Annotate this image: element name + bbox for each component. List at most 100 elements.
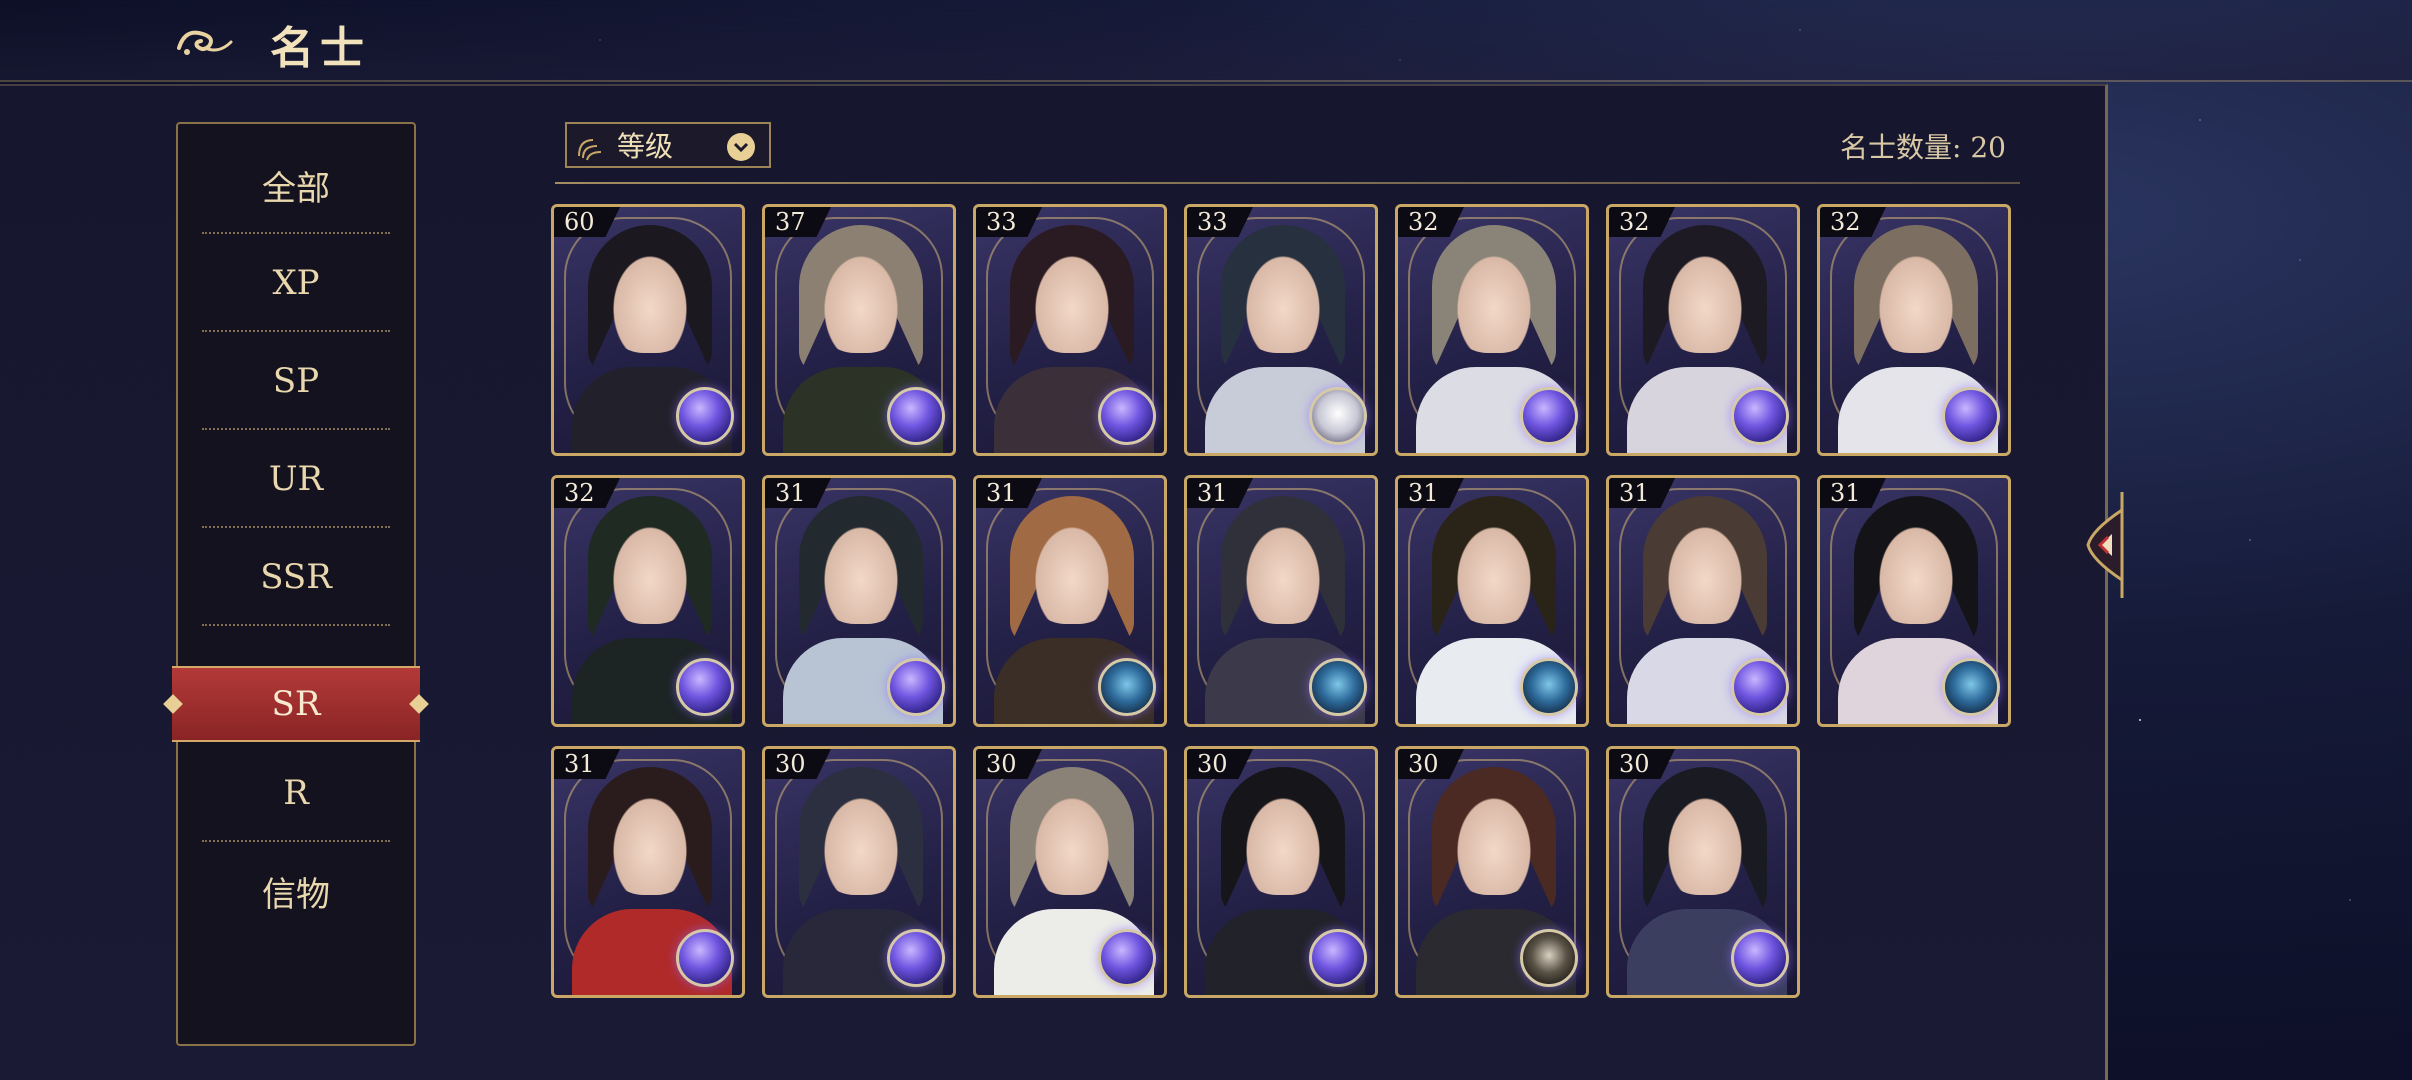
character-face: [1026, 514, 1118, 624]
filter-tab-ur[interactable]: UR: [178, 430, 414, 528]
character-face: [815, 785, 907, 895]
level-value: 31: [1408, 479, 1439, 507]
character-card[interactable]: 30: [1606, 746, 1800, 998]
character-face: [1870, 514, 1962, 624]
character-face: [1448, 243, 1540, 353]
character-card[interactable]: 37: [762, 204, 956, 456]
level-value: 37: [775, 208, 806, 236]
character-card[interactable]: 32: [551, 475, 745, 727]
character-card[interactable]: 33: [973, 204, 1167, 456]
filter-tab-r[interactable]: R: [178, 744, 414, 842]
character-face: [1026, 243, 1118, 353]
attribute-orb-icon: [1309, 929, 1367, 987]
level-value: 32: [1408, 208, 1439, 236]
filter-tab-label: SP: [272, 361, 320, 401]
character-card[interactable]: 32: [1817, 204, 2011, 456]
header-bar: 名士: [0, 0, 2412, 82]
character-card[interactable]: 31: [762, 475, 956, 727]
filter-tab-label: XP: [272, 263, 320, 303]
character-card[interactable]: 31: [1184, 475, 1378, 727]
character-face: [1870, 243, 1962, 353]
collapse-arrow-icon[interactable]: [2078, 490, 2128, 600]
chevron-down-icon: [727, 133, 755, 161]
attribute-orb-icon: [1942, 658, 2000, 716]
character-card[interactable]: 31: [1395, 475, 1589, 727]
character-card[interactable]: 30: [762, 746, 956, 998]
character-card[interactable]: 31: [1606, 475, 1800, 727]
character-face: [1659, 785, 1751, 895]
attribute-orb-icon: [1098, 658, 1156, 716]
attribute-orb-icon: [1098, 387, 1156, 445]
filter-tab-sp[interactable]: SP: [178, 332, 414, 430]
attribute-orb-icon: [1098, 929, 1156, 987]
attribute-orb-icon: [1520, 658, 1578, 716]
level-value: 31: [775, 479, 806, 507]
attribute-orb-icon: [887, 929, 945, 987]
character-card[interactable]: 32: [1606, 204, 1800, 456]
attribute-orb-icon: [676, 387, 734, 445]
character-card[interactable]: 60: [551, 204, 745, 456]
attribute-orb-icon: [1309, 387, 1367, 445]
character-face: [604, 514, 696, 624]
level-value: 30: [1408, 750, 1439, 778]
filter-tab-xp[interactable]: XP: [178, 234, 414, 332]
attribute-orb-icon: [1731, 658, 1789, 716]
character-face: [604, 243, 696, 353]
character-card[interactable]: 33: [1184, 204, 1378, 456]
filter-tab-label: 全部: [262, 168, 330, 209]
rarity-filter-sidebar: 全部 XP SP UR SSR SR R 信物: [163, 122, 429, 1046]
character-card[interactable]: 30: [1184, 746, 1378, 998]
filter-tab-label: R: [283, 773, 309, 813]
character-face: [604, 785, 696, 895]
filter-tab-label: SSR: [260, 557, 332, 597]
filter-tab-label: SR: [271, 684, 321, 724]
character-count: 名士数量: 20: [1840, 131, 2006, 164]
divider: [202, 624, 390, 626]
filter-tab-all[interactable]: 全部: [178, 136, 414, 234]
sort-dropdown[interactable]: 等级: [565, 122, 771, 168]
character-card[interactable]: 30: [1395, 746, 1589, 998]
character-card[interactable]: 31: [973, 475, 1167, 727]
level-value: 33: [986, 208, 1017, 236]
level-value: 32: [1830, 208, 1861, 236]
level-value: 31: [1619, 479, 1650, 507]
character-card[interactable]: 31: [1817, 475, 2011, 727]
character-face: [1448, 785, 1540, 895]
character-card[interactable]: 32: [1395, 204, 1589, 456]
attribute-orb-icon: [1520, 929, 1578, 987]
filter-tab-token[interactable]: 信物: [178, 842, 414, 940]
character-face: [1448, 514, 1540, 624]
attribute-orb-icon: [1520, 387, 1578, 445]
filter-tab-label: UR: [268, 459, 324, 499]
level-value: 30: [1197, 750, 1228, 778]
level-value: 30: [1619, 750, 1650, 778]
filter-tab-ssr[interactable]: SSR: [178, 528, 414, 626]
character-face: [815, 514, 907, 624]
cloud-swirl-icon: [177, 30, 233, 55]
character-face: [1237, 243, 1329, 353]
character-card[interactable]: 30: [973, 746, 1167, 998]
filter-tab-label: 信物: [262, 874, 330, 915]
swirl-ornament-icon: [578, 139, 602, 161]
attribute-orb-icon: [1309, 658, 1367, 716]
character-card[interactable]: 31: [551, 746, 745, 998]
level-value: 60: [564, 208, 595, 236]
character-face: [1026, 785, 1118, 895]
level-value: 33: [1197, 208, 1228, 236]
level-value: 32: [564, 479, 595, 507]
level-value: 31: [1197, 479, 1228, 507]
level-value: 31: [1830, 479, 1861, 507]
level-value: 32: [1619, 208, 1650, 236]
character-face: [815, 243, 907, 353]
attribute-orb-icon: [887, 387, 945, 445]
attribute-orb-icon: [676, 929, 734, 987]
filter-tab-sr[interactable]: SR: [163, 666, 429, 742]
page-title: 名士: [270, 23, 370, 74]
character-face: [1237, 514, 1329, 624]
character-face: [1237, 785, 1329, 895]
level-value: 31: [986, 479, 1017, 507]
divider: [555, 182, 2020, 184]
sort-label: 等级: [617, 130, 674, 163]
attribute-orb-icon: [676, 658, 734, 716]
level-value: 31: [564, 750, 595, 778]
